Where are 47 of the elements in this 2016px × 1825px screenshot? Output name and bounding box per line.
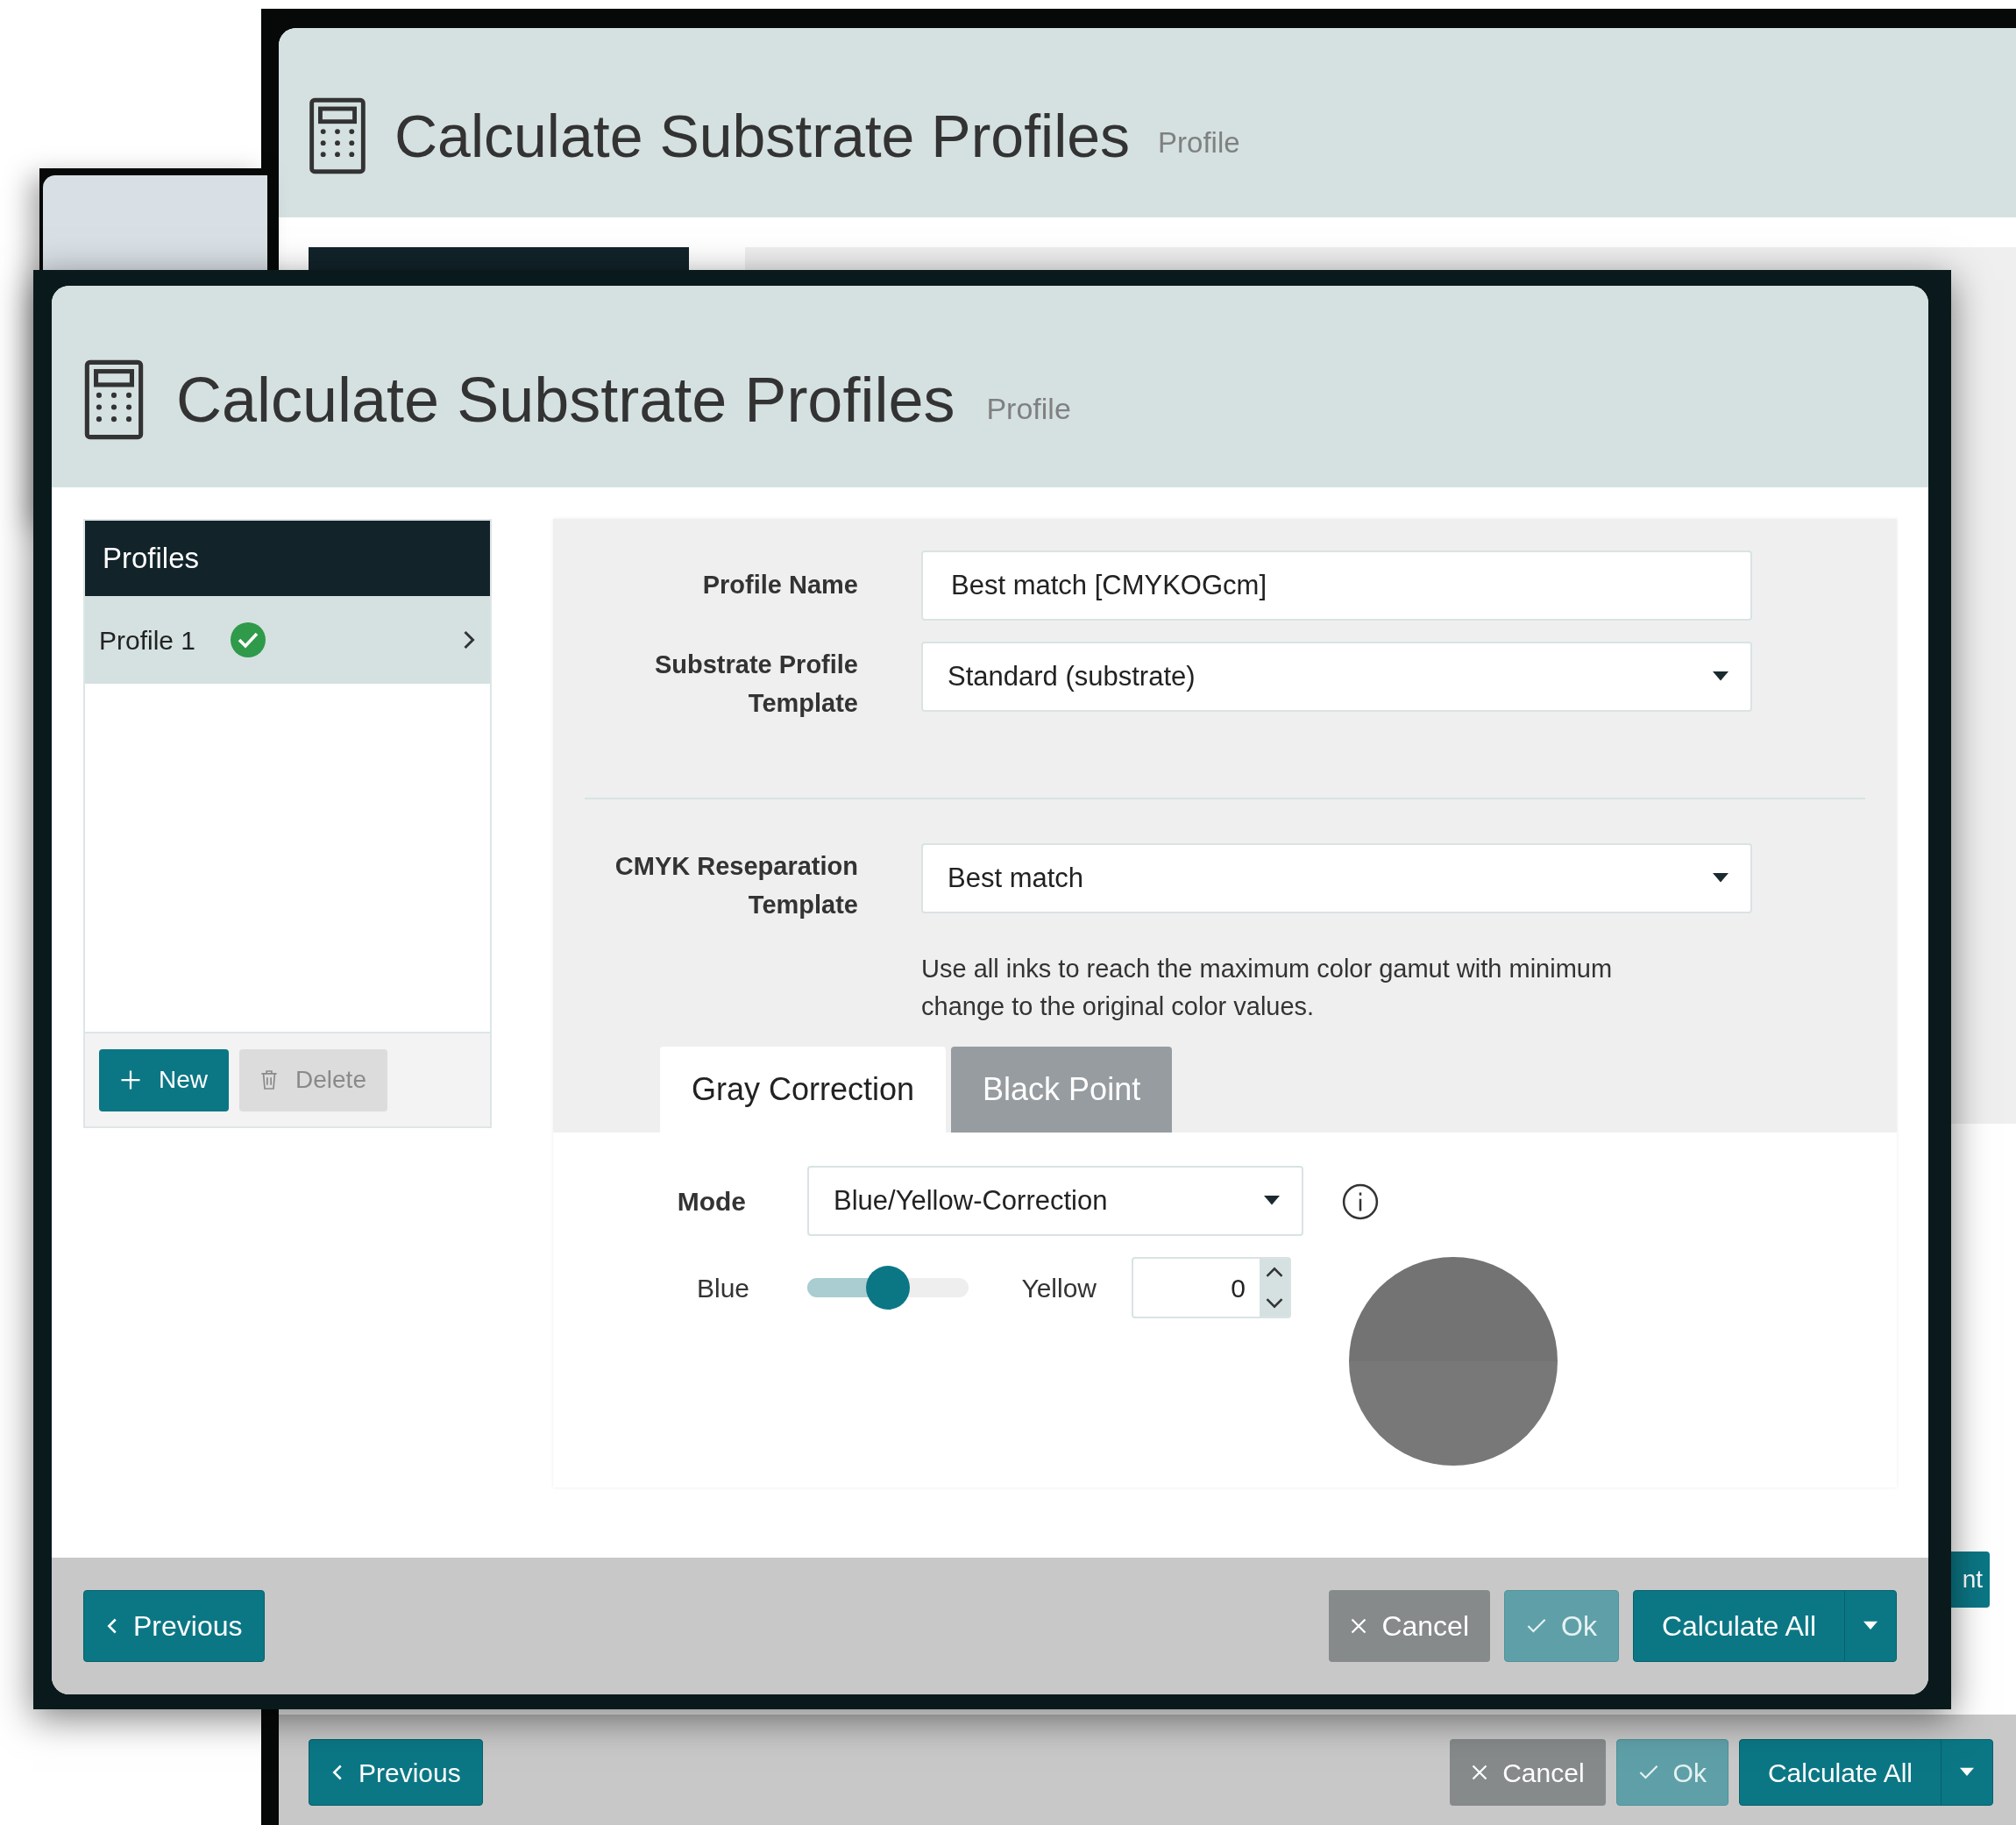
window-subtitle: Profile: [1158, 125, 1240, 161]
info-icon[interactable]: [1342, 1183, 1379, 1220]
mode-select[interactable]: Blue/Yellow-Correction: [807, 1166, 1303, 1236]
new-button[interactable]: New: [99, 1048, 229, 1111]
substrate-template-select[interactable]: Standard (substrate): [921, 642, 1752, 712]
tab[interactable]: Gray Correction: [660, 1047, 947, 1133]
plus-icon: [120, 1069, 141, 1090]
previous-button[interactable]: Previous: [309, 1739, 483, 1806]
calculate-all-split-button[interactable]: Calculate All: [1632, 1590, 1897, 1662]
calculate-all-split-button[interactable]: Calculate All: [1738, 1739, 1993, 1806]
caret-icon: [1712, 671, 1729, 682]
previous-button[interactable]: Previous: [83, 1590, 265, 1662]
caret-icon: [1712, 873, 1729, 884]
field-label: CMYK Reseparation Template: [614, 851, 858, 920]
chevron-left-icon: [105, 1617, 119, 1635]
window-title: Calculate Substrate Profiles: [394, 102, 1131, 171]
calculate-all-label[interactable]: Calculate All: [1739, 1740, 1941, 1805]
template-description: Use all inks to reach the maximum color gamut with minimum change to the original color values.: [921, 954, 1614, 1022]
mode-label: Mode: [676, 1185, 746, 1218]
field-label: Profile Name: [701, 570, 858, 601]
check-icon: [1637, 1764, 1659, 1781]
close-icon: [1471, 1764, 1489, 1781]
sidebar-title: Profiles: [103, 541, 200, 577]
caret-icon: [1263, 1196, 1281, 1206]
cancel-button[interactable]: Cancel: [1329, 1590, 1490, 1662]
correction-slider[interactable]: [807, 1265, 969, 1310]
trash-icon: [260, 1069, 278, 1090]
calculator-icon: [309, 97, 366, 174]
calculate-all-label[interactable]: Calculate All: [1633, 1591, 1845, 1661]
check-icon: [1526, 1617, 1547, 1635]
slider-right-label: Yellow: [1020, 1272, 1097, 1304]
profile-name-field[interactable]: Best match [CMYKOGcm]: [921, 550, 1752, 621]
cmyk-template-select[interactable]: Best match: [921, 843, 1752, 913]
slider-left-label: Blue: [695, 1272, 749, 1304]
calculator-icon: [83, 359, 145, 440]
dialog-subtitle: Profile: [986, 390, 1071, 427]
close-icon: [1350, 1617, 1368, 1635]
chevron-left-icon: [330, 1764, 344, 1781]
profile-label: Profile 1: [99, 624, 196, 657]
profile-item[interactable]: Profile 1: [85, 596, 490, 684]
field-label: Substrate Profile Template: [653, 650, 858, 719]
tab[interactable]: Black Point: [951, 1047, 1173, 1133]
chevron-right-icon: [462, 629, 476, 650]
number-field[interactable]: 0: [1132, 1257, 1291, 1318]
cancel-button[interactable]: Cancel: [1450, 1739, 1606, 1806]
dialog-title: Calculate Substrate Profiles: [176, 364, 955, 437]
check-circle-icon: [231, 622, 266, 657]
